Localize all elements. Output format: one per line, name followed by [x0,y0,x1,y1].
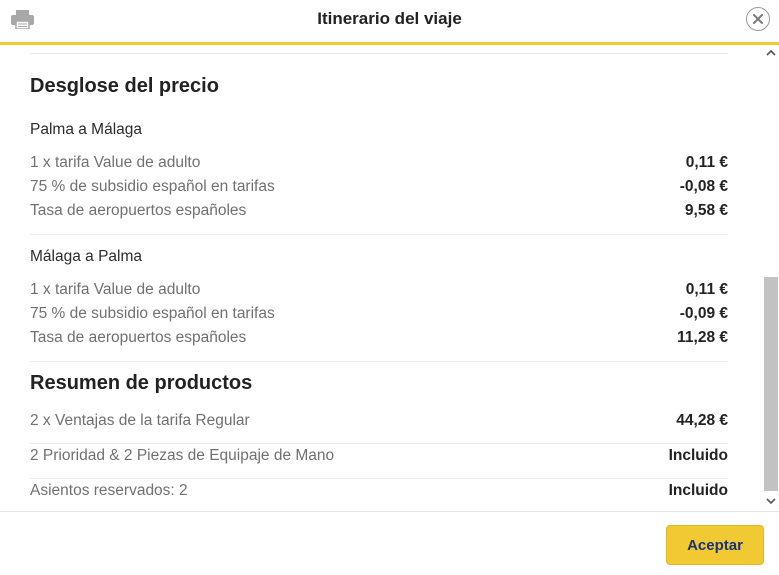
price-line-amount: 0,11 € [685,154,728,171]
price-line: Tasa de aeropuertos españoles 11,28 € [30,329,728,351]
price-line-amount: 9,58 € [684,202,728,219]
divider [30,234,728,235]
price-line-amount: 11,28 € [677,329,728,346]
divider [30,53,728,54]
price-line: 1 x tarifa Value de adulto 0,11 € [30,154,728,176]
segment-route-title: Palma a Málaga [30,121,143,138]
chevron-down-icon[interactable] [766,497,776,505]
product-line-amount: Incluido [668,482,728,499]
modal-title: Itinerario del viaje [317,9,462,28]
modal-header: Itinerario del viaje [0,0,779,45]
price-line-amount: -0,08 € [679,178,728,195]
price-line-label: Tasa de aeropuertos españoles [30,329,247,346]
divider [30,361,728,362]
price-line: 75 % de subsidio español en tarifas -0,0… [30,178,728,200]
price-line-amount: 0,11 € [685,281,728,298]
accept-button[interactable]: Aceptar [666,525,764,565]
vertical-scrollbar[interactable] [763,45,779,511]
product-line-label: 2 Prioridad & 2 Piezas de Equipaje de Ma… [30,447,335,464]
product-line: 2 x Ventajas de la tarifa Regular 44,28 … [30,412,728,434]
price-line-label: 75 % de subsidio español en tarifas [30,178,275,195]
price-line: 1 x tarifa Value de adulto 0,11 € [30,281,728,303]
itinerary-content: Desglose del precio Palma a Málaga 1 x t… [0,45,754,511]
product-line-label: Asientos reservados: 2 [30,482,188,499]
price-line-label: 75 % de subsidio español en tarifas [30,305,275,322]
price-line: 75 % de subsidio español en tarifas -0,0… [30,305,728,327]
close-button[interactable] [746,7,770,31]
price-line-label: Tasa de aeropuertos españoles [30,202,247,219]
divider [30,443,728,444]
price-line-label: 1 x tarifa Value de adulto [30,281,201,298]
price-breakdown-heading: Desglose del precio [30,75,219,97]
product-line-label: 2 x Ventajas de la tarifa Regular [30,412,250,429]
segment-route-title: Málaga a Palma [30,248,143,265]
product-line: 2 Prioridad & 2 Piezas de Equipaje de Ma… [30,447,728,469]
scrollbar-thumb[interactable] [764,277,778,491]
product-line-amount: 44,28 € [676,412,728,429]
product-line: Asientos reservados: 2 Incluido [30,482,728,504]
products-summary-heading: Resumen de productos [30,372,253,394]
close-icon [753,14,763,24]
chevron-up-icon[interactable] [766,49,776,57]
product-line-amount: Incluido [668,447,728,464]
price-line-label: 1 x tarifa Value de adulto [30,154,201,171]
price-line: Tasa de aeropuertos españoles 9,58 € [30,202,728,224]
modal-footer: Aceptar [0,511,779,575]
price-line-amount: -0,09 € [679,305,728,322]
divider [30,478,728,479]
